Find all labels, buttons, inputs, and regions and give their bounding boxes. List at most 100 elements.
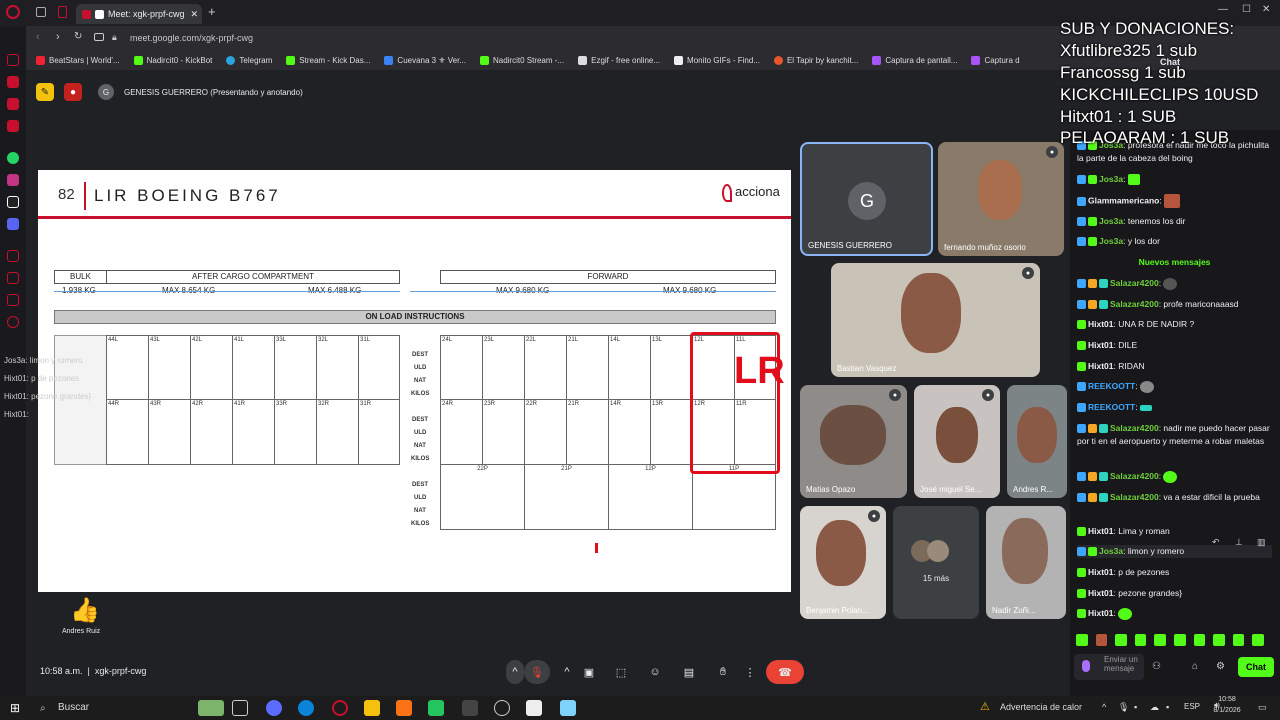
tiktok-icon[interactable] bbox=[7, 196, 19, 208]
emote-icon[interactable] bbox=[1115, 634, 1127, 646]
pin-icon[interactable]: ⊥ bbox=[1235, 537, 1243, 548]
mic-options-icon[interactable]: ^ bbox=[506, 660, 524, 684]
app-icon[interactable] bbox=[428, 700, 444, 716]
taskbar-search[interactable]: Buscar bbox=[58, 702, 89, 713]
edge-icon[interactable] bbox=[298, 700, 314, 716]
notifications-icon[interactable]: ▭ bbox=[1258, 702, 1267, 713]
participant-tile[interactable]: Nadir Zuñi... bbox=[986, 506, 1066, 619]
record-icon[interactable]: ● bbox=[64, 83, 82, 101]
language-indicator[interactable]: ESP bbox=[1184, 702, 1200, 711]
mic-off-icon[interactable]: 🎙︎ bbox=[524, 660, 550, 684]
emote-icon[interactable] bbox=[1173, 634, 1186, 646]
bookmark-item[interactable]: El Tapir by kanchit... bbox=[773, 55, 858, 65]
participant-tile[interactable]: ● José miguel Se... bbox=[914, 385, 1000, 498]
settings-icon[interactable]: ⚙ bbox=[1216, 661, 1225, 672]
bookmark-item[interactable]: Captura d bbox=[971, 55, 1020, 65]
new-tab-icon[interactable]: + bbox=[208, 4, 216, 19]
reply-icon[interactable]: ↶ bbox=[1212, 537, 1220, 548]
bookmark-item[interactable]: Cuevana 3 ⚜ Ver... bbox=[384, 55, 466, 65]
bookmark-item[interactable]: Nadircit0 Stream -... bbox=[479, 55, 564, 65]
bookmark-item[interactable]: Stream - Kick Das... bbox=[286, 55, 370, 65]
tab-favicon-icon[interactable] bbox=[58, 6, 67, 18]
bookmark-item[interactable]: Telegram bbox=[226, 55, 272, 65]
minimize-icon[interactable]: — bbox=[1218, 4, 1228, 15]
app-icon[interactable] bbox=[396, 700, 412, 716]
chat-send-button[interactable]: Chat bbox=[1238, 657, 1274, 677]
close-window-icon[interactable]: ✕ bbox=[1262, 4, 1270, 15]
opera-taskbar-icon[interactable] bbox=[332, 700, 348, 716]
task-view-icon[interactable] bbox=[232, 700, 248, 716]
onedrive-icon[interactable]: ☁ bbox=[1150, 702, 1159, 713]
store-icon[interactable]: ⌂ bbox=[1192, 661, 1198, 672]
bookmark-item[interactable]: BeatStars | World'... bbox=[36, 55, 120, 65]
participant-tile[interactable]: ● Matias Opazo bbox=[800, 385, 907, 498]
camera-icon[interactable]: ▣ bbox=[576, 660, 602, 684]
clock-icon[interactable] bbox=[7, 250, 19, 262]
present-icon[interactable]: ⬚ bbox=[608, 660, 634, 684]
participant-tile[interactable]: ● Bastian Vasquez bbox=[831, 263, 1040, 377]
whatsapp-icon[interactable] bbox=[7, 152, 19, 164]
delete-icon[interactable]: ▥ bbox=[1257, 537, 1266, 548]
aria-icon[interactable] bbox=[7, 76, 19, 88]
tray-icon[interactable]: ▪ bbox=[1166, 702, 1169, 712]
chat-input[interactable]: Enviar un mensaje bbox=[1074, 654, 1144, 680]
annotate-icon[interactable]: ✎ bbox=[36, 83, 54, 101]
settings-icon[interactable] bbox=[7, 316, 19, 328]
emote-icon[interactable] bbox=[1076, 634, 1088, 646]
tab-meet[interactable]: Meet: xgk-prpf-cwg ✕ bbox=[76, 4, 202, 24]
clock-date[interactable]: 8/1/2026 bbox=[1208, 707, 1246, 714]
windows-start-icon[interactable]: ⊞ bbox=[10, 701, 20, 715]
download-icon[interactable] bbox=[7, 272, 19, 284]
instagram-icon[interactable] bbox=[7, 174, 19, 186]
emote-icon[interactable] bbox=[1252, 634, 1264, 646]
users-icon[interactable]: ⚇ bbox=[1152, 661, 1161, 672]
more-options-icon[interactable]: ⋮ bbox=[740, 660, 760, 684]
emote-icon[interactable] bbox=[1095, 634, 1108, 646]
emoji-icon[interactable]: ☺ bbox=[642, 660, 668, 684]
clock-time[interactable]: 10:58 bbox=[1212, 696, 1242, 703]
raise-hand-icon[interactable]: ✋︎ bbox=[710, 660, 736, 684]
maximize-icon[interactable]: ☐ bbox=[1242, 4, 1251, 15]
mic-tray-icon[interactable]: 🎙︎ bbox=[1118, 702, 1129, 713]
taskbar-search-icon[interactable]: ⌕ bbox=[40, 703, 46, 714]
emote-icon[interactable] bbox=[1232, 634, 1245, 646]
file-explorer-icon[interactable] bbox=[364, 700, 380, 716]
music-icon[interactable] bbox=[7, 120, 19, 132]
reload-icon[interactable]: ↻ bbox=[74, 31, 82, 42]
discord-icon[interactable] bbox=[7, 218, 19, 230]
app-icon[interactable] bbox=[560, 700, 576, 716]
app-icon[interactable] bbox=[526, 700, 542, 716]
participant-tile[interactable]: ● fernando muñoz osorio bbox=[938, 142, 1064, 256]
url-field[interactable]: meet.google.com/xgk-prpf-cwg bbox=[130, 33, 253, 43]
history-icon[interactable] bbox=[7, 54, 19, 66]
more-participants-tile[interactable]: 15 más bbox=[893, 506, 979, 619]
emote-icon[interactable] bbox=[1213, 634, 1225, 646]
cube-icon[interactable] bbox=[7, 294, 19, 306]
participant-tile[interactable]: Andres R... bbox=[1007, 385, 1067, 498]
tabs-icon[interactable] bbox=[36, 7, 46, 17]
emote-icon[interactable] bbox=[1154, 634, 1166, 646]
camera-permission-icon[interactable] bbox=[94, 33, 104, 41]
copilot-icon[interactable] bbox=[266, 700, 282, 716]
cam-options-icon[interactable]: ^ bbox=[558, 660, 576, 684]
mic-icon[interactable] bbox=[1082, 660, 1090, 672]
emote-icon[interactable] bbox=[1134, 634, 1147, 646]
widget-image-icon[interactable] bbox=[198, 700, 224, 716]
messenger-icon[interactable] bbox=[7, 98, 19, 110]
leave-call-button[interactable]: ☎ bbox=[766, 660, 804, 684]
weather-text[interactable]: Advertencia de calor bbox=[1000, 702, 1082, 712]
close-tab-icon[interactable]: ✕ bbox=[190, 9, 198, 20]
app-icon[interactable] bbox=[462, 700, 478, 716]
forward-icon[interactable]: › bbox=[56, 31, 60, 43]
captions-icon[interactable]: ▤ bbox=[676, 660, 702, 684]
participant-tile[interactable]: G GENESIS GUERRERO bbox=[800, 142, 933, 256]
lock-icon[interactable]: 🔒︎ bbox=[112, 32, 117, 43]
back-icon[interactable]: ‹ bbox=[36, 31, 40, 43]
app-icon[interactable] bbox=[494, 700, 510, 716]
tray-chevron-icon[interactable]: ^ bbox=[1102, 702, 1106, 712]
bookmark-item[interactable]: Captura de pantall... bbox=[872, 55, 957, 65]
opera-logo-icon[interactable] bbox=[6, 5, 20, 19]
bookmark-item[interactable]: Ezgif - free online... bbox=[578, 55, 660, 65]
tray-icon[interactable]: ▪ bbox=[1134, 702, 1137, 712]
bookmark-item[interactable]: Nadircit0 - KickBot bbox=[133, 55, 212, 65]
